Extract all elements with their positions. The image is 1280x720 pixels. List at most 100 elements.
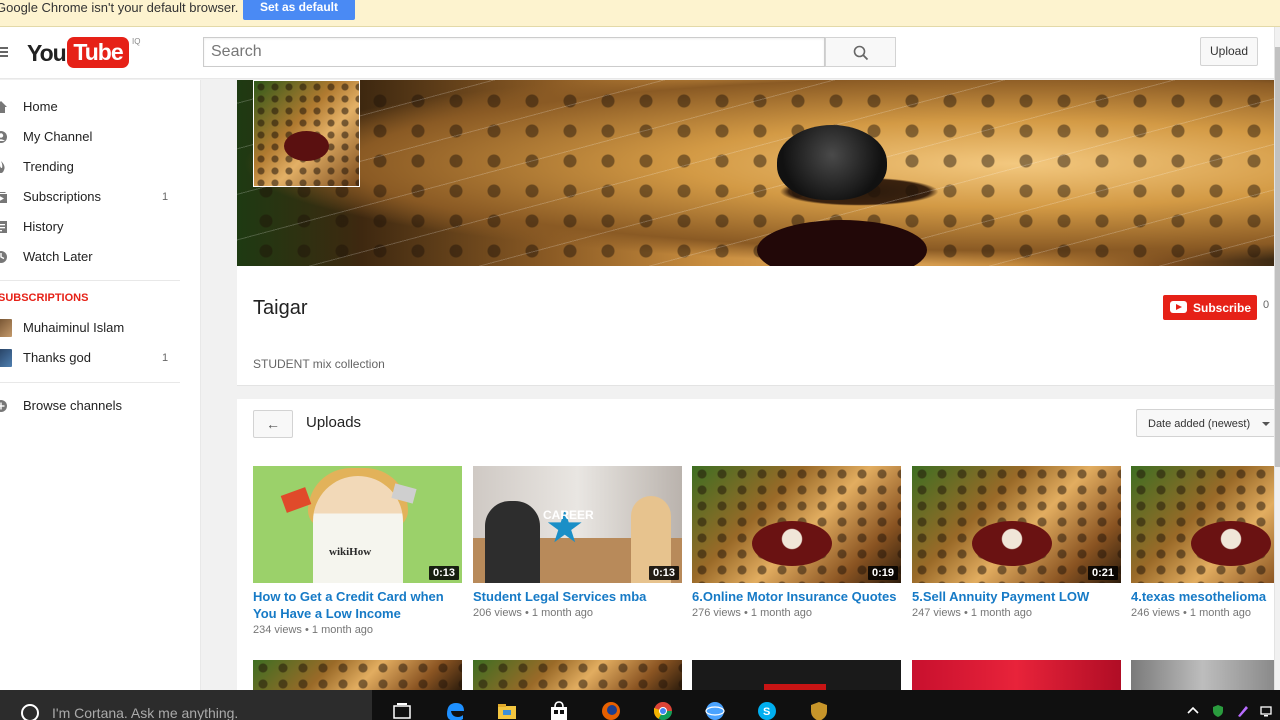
view-count: 276 views [692, 607, 741, 619]
sidebar-item-label: History [23, 219, 64, 234]
upload-age: 1 month ago [311, 624, 374, 636]
menu-icon[interactable] [0, 47, 8, 57]
video-thumbnail[interactable]: 0:21 [912, 466, 1121, 583]
video-meta: 206 views • 1 month ago [473, 607, 594, 619]
edge-icon[interactable] [444, 700, 466, 720]
set-as-default-button[interactable]: Set as default [243, 0, 355, 20]
defender-shield-icon[interactable] [1211, 704, 1225, 718]
video-thumbnail[interactable]: 0:19 [692, 466, 901, 583]
video-thumbnail[interactable] [1131, 660, 1274, 690]
store-icon[interactable] [548, 700, 570, 720]
page-scrollbar[interactable] [1274, 27, 1280, 690]
default-browser-infobar: Google Chrome isn't your default browser… [0, 0, 1280, 27]
sidebar-item-label: Watch Later [23, 249, 93, 264]
video-duration: 0:19 [867, 566, 898, 580]
view-count: 206 views [473, 607, 522, 619]
video-meta: 276 views • 1 month ago [692, 607, 813, 619]
task-view-icon[interactable] [391, 700, 413, 720]
add-circle-icon [0, 400, 7, 412]
sidebar-item-label: Trending [23, 159, 74, 174]
channel-description: STUDENT mix collection [253, 357, 385, 371]
channel-avatar [0, 319, 12, 337]
logo-you-text: You [27, 40, 67, 66]
video-duration: 0:13 [428, 566, 459, 580]
sidebar-item-label: Browse channels [23, 398, 122, 413]
sidebar-item-home[interactable]: Home [0, 92, 190, 122]
guide-sidebar: Home My Channel Trending Subscriptions 1… [0, 80, 201, 690]
video-tile[interactable]: 0:19 6.Online Motor Insurance Quotes 276… [692, 466, 901, 619]
video-title-link[interactable]: 4.texas mesothelioma [1131, 588, 1274, 605]
infobar-message: Google Chrome isn't your default browser… [0, 0, 239, 15]
caret-down-icon [1262, 422, 1270, 426]
search-button[interactable] [825, 37, 896, 67]
video-title-link[interactable]: Student Legal Services mba [473, 588, 682, 605]
video-title-link[interactable]: 6.Online Motor Insurance Quotes [692, 588, 901, 605]
sort-dropdown[interactable]: Date added (newest) [1136, 409, 1278, 437]
video-title-link[interactable]: 5.Sell Annuity Payment LOW [912, 588, 1121, 605]
channel-avatar [0, 349, 12, 367]
uploads-title: Uploads [306, 414, 362, 431]
video-thumbnail[interactable]: ★ CAREER 0:13 [473, 466, 682, 583]
sidebar-item-history[interactable]: History [0, 212, 190, 242]
security-shield-icon[interactable] [808, 700, 830, 720]
video-thumbnail[interactable] [473, 660, 682, 690]
logo-tube-text: Tube [67, 37, 129, 68]
upload-button[interactable]: Upload [1200, 37, 1258, 66]
cortana-placeholder: I'm Cortana. Ask me anything. [52, 705, 239, 720]
back-button[interactable]: ← [253, 410, 293, 438]
video-thumbnail[interactable] [912, 660, 1121, 690]
video-thumbnail[interactable]: wikiHow 0:13 [253, 466, 462, 583]
sidebar-item-label: Thanks god [23, 350, 91, 365]
scrollbar-thumb[interactable] [1275, 47, 1280, 467]
upload-age: 1 month ago [970, 607, 1033, 619]
chevron-up-icon[interactable] [1186, 704, 1200, 718]
sidebar-item-my-channel[interactable]: My Channel [0, 122, 190, 152]
search-box [203, 37, 825, 67]
browser-globe-icon[interactable] [704, 700, 726, 720]
video-thumbnail[interactable] [1131, 466, 1274, 583]
video-tile[interactable]: ★ CAREER 0:13 Student Legal Services mba … [473, 466, 682, 619]
sidebar-subscription-muhaiminul-islam[interactable]: Muhaiminul Islam [0, 313, 190, 343]
video-tile[interactable]: wikiHow 0:13 How to Get a Credit Card wh… [253, 466, 462, 636]
video-title-link[interactable]: How to Get a Credit Card when You Have a… [253, 588, 462, 622]
firefox-icon[interactable] [600, 700, 622, 720]
video-meta: 246 views • 1 month ago [1131, 607, 1252, 619]
cortana-search-box[interactable]: I'm Cortana. Ask me anything. [0, 690, 372, 720]
sidebar-item-browse-channels[interactable]: Browse channels [0, 391, 190, 421]
svg-text:S: S [763, 706, 770, 718]
sidebar-item-label: My Channel [23, 129, 93, 144]
cortana-icon [21, 704, 39, 720]
subscribe-button[interactable]: Subscribe [1163, 295, 1257, 320]
video-tile[interactable]: 0:21 5.Sell Annuity Payment LOW 247 view… [912, 466, 1121, 619]
subscriptions-icon [0, 192, 7, 203]
logo-country-code: IQ [132, 37, 141, 46]
subscription-new-count: 1 [162, 352, 169, 364]
subscriptions-count: 1 [162, 191, 169, 203]
sidebar-divider [0, 280, 180, 281]
sidebar-subscription-thanks-god[interactable]: Thanks god 1 [0, 343, 190, 373]
subscriptions-heading: SUBSCRIPTIONS [0, 292, 89, 304]
network-icon[interactable] [1260, 704, 1274, 718]
sidebar-item-label: Subscriptions [23, 189, 102, 204]
search-input[interactable] [204, 38, 824, 66]
sidebar-item-subscriptions[interactable]: Subscriptions 1 [0, 182, 190, 212]
view-count: 247 views [912, 607, 961, 619]
chrome-icon[interactable] [652, 700, 674, 720]
channel-profile-image[interactable] [253, 80, 360, 187]
sidebar-item-watch-later[interactable]: Watch Later [0, 242, 190, 272]
upload-age: 1 month ago [750, 607, 813, 619]
channel-title[interactable]: Taigar [253, 297, 307, 320]
video-tile[interactable]: 4.texas mesothelioma 246 views • 1 month… [1131, 466, 1274, 619]
clock-icon [0, 251, 7, 263]
youtube-play-icon [1170, 301, 1187, 313]
file-explorer-icon[interactable] [496, 700, 518, 720]
skype-icon[interactable]: S [756, 700, 778, 720]
sidebar-item-label: Home [23, 99, 58, 114]
video-thumbnail[interactable] [253, 660, 462, 690]
view-count: 234 views [253, 624, 302, 636]
video-thumbnail[interactable] [692, 660, 901, 690]
subscribe-label: Subscribe [1193, 301, 1252, 315]
view-count: 246 views [1131, 607, 1180, 619]
pen-icon[interactable] [1236, 704, 1250, 718]
sidebar-item-trending[interactable]: Trending [0, 152, 190, 182]
